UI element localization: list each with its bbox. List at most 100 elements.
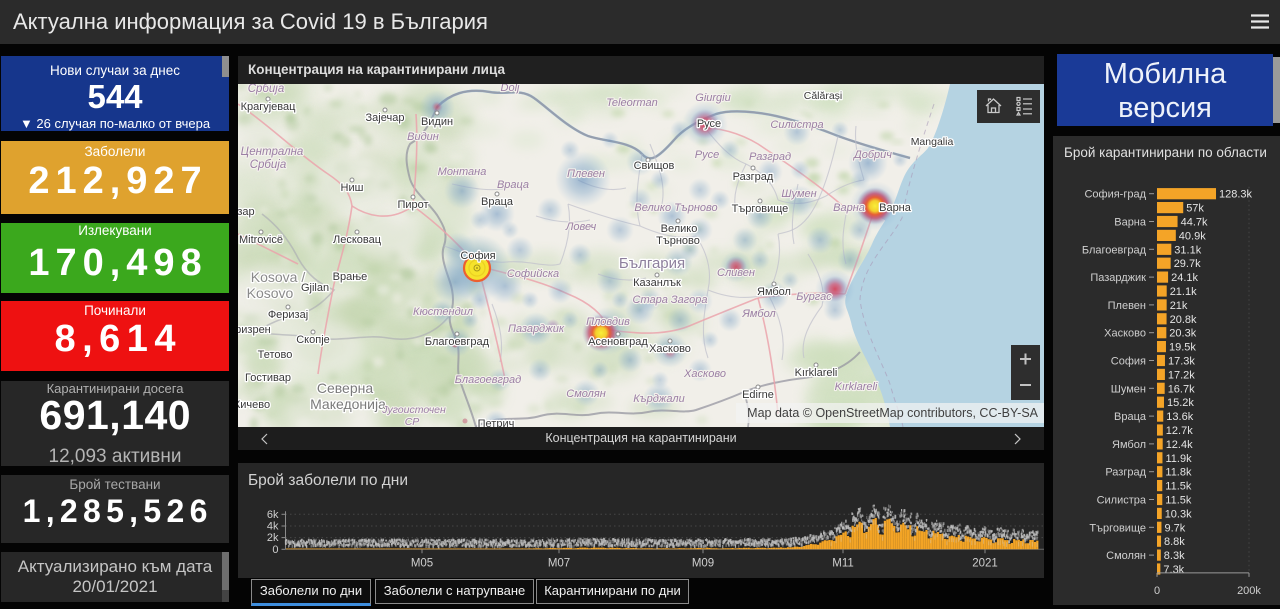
svg-text:Пирот: Пирот xyxy=(397,199,428,211)
svg-text:Смолян: Смолян xyxy=(566,388,606,400)
svg-text:6k: 6k xyxy=(267,509,279,521)
svg-text:Призрен: Призрен xyxy=(238,324,271,336)
svg-text:Лесковац: Лесковац xyxy=(333,234,382,246)
svg-text:Giurgiu: Giurgiu xyxy=(695,92,730,104)
svg-text:Видин: Видин xyxy=(421,116,453,128)
svg-text:Хасково: Хасково xyxy=(1104,328,1146,340)
svg-text:Варна: Варна xyxy=(879,202,912,214)
svg-text:M07: M07 xyxy=(548,557,570,569)
svg-text:Варна: Варна xyxy=(833,202,865,214)
svg-text:9.7k: 9.7k xyxy=(1165,522,1186,534)
svg-text:Скопје: Скопје xyxy=(296,334,330,346)
svg-text:Ниш: Ниш xyxy=(341,182,364,194)
svg-text:16.7k: 16.7k xyxy=(1168,383,1195,395)
svg-text:София: София xyxy=(460,250,495,262)
svg-text:Видин: Видин xyxy=(407,131,439,143)
svg-text:24.1k: 24.1k xyxy=(1171,272,1198,284)
svg-text:Враца: Враца xyxy=(497,179,529,191)
svg-text:19.5k: 19.5k xyxy=(1169,342,1196,354)
svg-text:17.2k: 17.2k xyxy=(1168,369,1195,381)
svg-text:Kırklareli: Kırklareli xyxy=(835,381,878,393)
svg-text:Варна: Варна xyxy=(1114,217,1147,229)
svg-text:29.7k: 29.7k xyxy=(1174,258,1201,270)
svg-text:Търговище: Търговище xyxy=(1089,522,1146,534)
svg-text:Северна: Северна xyxy=(317,380,373,396)
svg-text:20.3k: 20.3k xyxy=(1169,328,1196,340)
svg-text:M09: M09 xyxy=(692,557,714,569)
svg-text:Феризај: Феризај xyxy=(268,309,308,321)
svg-text:Ямбол: Ямбол xyxy=(741,308,775,320)
svg-text:Търново: Търново xyxy=(656,235,700,247)
svg-text:Ямбол: Ямбол xyxy=(1112,439,1146,451)
svg-text:Стара Загора: Стара Загора xyxy=(633,294,708,306)
svg-text:Велико: Велико xyxy=(661,223,698,235)
svg-text:Шумен: Шумен xyxy=(1111,383,1146,395)
svg-text:Благоевград: Благоевград xyxy=(455,374,522,386)
svg-text:Kosova /: Kosova / xyxy=(251,269,306,285)
svg-text:Пазарджик: Пазарджик xyxy=(1090,272,1146,284)
svg-text:7.3k: 7.3k xyxy=(1163,564,1184,576)
svg-text:Монтана: Монтана xyxy=(438,166,487,178)
svg-text:17.3k: 17.3k xyxy=(1168,356,1195,368)
svg-text:Македонија: Македонија xyxy=(310,396,386,412)
svg-text:Mangalia: Mangalia xyxy=(911,136,954,148)
svg-text:Бургас: Бургас xyxy=(796,291,832,303)
svg-text:София: София xyxy=(1111,356,1146,368)
svg-text:Разград: Разград xyxy=(749,151,791,163)
svg-text:Плевен: Плевен xyxy=(567,168,605,180)
svg-text:Gjilan: Gjilan xyxy=(301,282,329,294)
svg-text:Централна: Централна xyxy=(241,146,304,158)
svg-text:Силистра: Силистра xyxy=(1097,495,1147,507)
svg-text:12.7k: 12.7k xyxy=(1166,425,1193,437)
svg-text:Пазарджик: Пазарджик xyxy=(508,323,565,335)
svg-text:21k: 21k xyxy=(1170,300,1188,312)
svg-text:Тетово: Тетово xyxy=(258,349,293,361)
svg-text:Dolj: Dolj xyxy=(501,84,521,94)
svg-text:Ямбол: Ямбол xyxy=(757,286,791,298)
svg-text:Добрич: Добрич xyxy=(852,149,892,161)
svg-text:Враца: Враца xyxy=(481,196,514,208)
svg-text:31.1k: 31.1k xyxy=(1174,244,1201,256)
svg-text:Разград: Разград xyxy=(1105,467,1146,479)
svg-text:Кърджали: Кърджали xyxy=(633,393,684,405)
svg-text:Търговище: Търговище xyxy=(732,203,789,215)
svg-text:Пловдив: Пловдив xyxy=(586,316,630,328)
svg-text:Плевен: Плевен xyxy=(1108,300,1146,312)
svg-text:2021: 2021 xyxy=(972,557,998,569)
svg-text:Кюстендил: Кюстендил xyxy=(413,306,473,318)
svg-text:8.3k: 8.3k xyxy=(1164,550,1185,562)
svg-text:Кичево: Кичево xyxy=(238,399,270,411)
svg-text:Враца: Враца xyxy=(1114,411,1147,423)
svg-text:Шумен: Шумен xyxy=(781,188,816,200)
svg-text:България: България xyxy=(619,255,685,272)
svg-text:Југоисточен: Југоисточен xyxy=(381,404,446,416)
svg-text:Врање: Врање xyxy=(333,271,368,283)
svg-text:Петрич: Петрич xyxy=(478,418,515,427)
svg-text:15.2k: 15.2k xyxy=(1167,397,1194,409)
svg-text:Хасково: Хасково xyxy=(683,368,726,380)
svg-text:Казанлък: Казанлък xyxy=(633,277,681,289)
svg-text:11.9k: 11.9k xyxy=(1166,453,1193,465)
svg-text:Крагујевац: Крагујевац xyxy=(241,101,297,113)
svg-text:8.8k: 8.8k xyxy=(1164,536,1185,548)
svg-text:Велико Търново: Велико Търново xyxy=(634,202,717,214)
svg-text:Kosovo: Kosovo xyxy=(247,285,294,301)
svg-text:4k: 4k xyxy=(267,521,279,533)
svg-text:M05: M05 xyxy=(411,557,433,569)
svg-text:Свищов: Свищов xyxy=(634,160,675,172)
svg-text:21.1k: 21.1k xyxy=(1170,286,1197,298)
svg-text:40.9k: 40.9k xyxy=(1179,230,1206,242)
svg-text:128.3k: 128.3k xyxy=(1219,189,1253,201)
svg-text:Ловеч: Ловеч xyxy=(565,221,597,233)
svg-text:азар: азар xyxy=(238,206,255,218)
svg-text:Edirne: Edirne xyxy=(742,389,774,401)
svg-text:Благоевград: Благоевград xyxy=(1082,244,1147,256)
svg-text:Зајечар: Зајечар xyxy=(366,112,405,124)
svg-text:10.3k: 10.3k xyxy=(1165,508,1192,520)
svg-text:Разград: Разград xyxy=(733,171,774,183)
svg-text:0: 0 xyxy=(1154,585,1160,597)
svg-text:Асеновград: Асеновград xyxy=(588,336,648,348)
svg-text:Kırklareli: Kırklareli xyxy=(795,367,838,379)
svg-text:11.5k: 11.5k xyxy=(1165,495,1192,507)
svg-text:Смолян: Смолян xyxy=(1106,550,1146,562)
